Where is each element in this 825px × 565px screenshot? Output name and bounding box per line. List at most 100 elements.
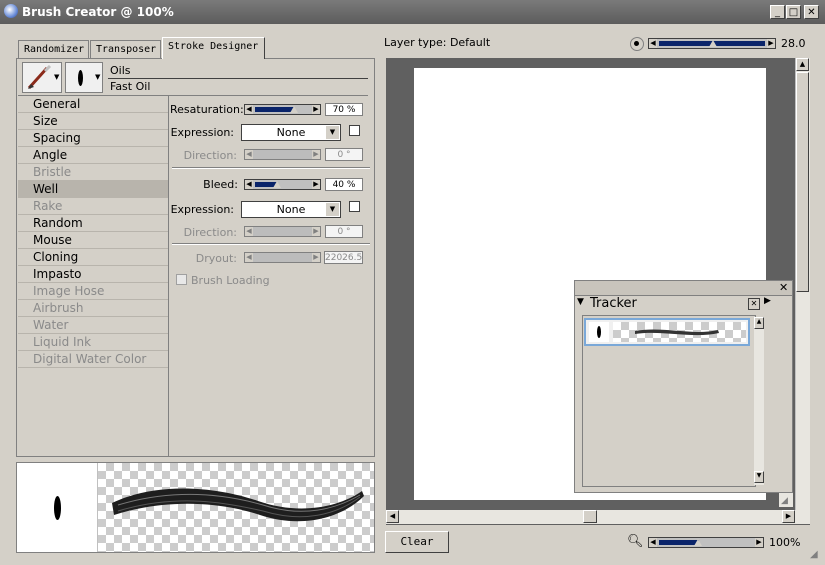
category-item[interactable]: Size xyxy=(18,113,168,130)
brush-stroke-sample xyxy=(112,488,364,522)
window-title: Brush Creator @ 100% xyxy=(22,5,174,19)
tab-randomizer[interactable]: Randomizer xyxy=(18,40,89,58)
stroke-thumbnail xyxy=(613,322,746,342)
tracker-title: Tracker xyxy=(590,296,637,311)
dab-thumbnail xyxy=(589,322,609,342)
palette-menu-arrow-icon[interactable]: ▶ xyxy=(764,296,771,306)
stroke-sample xyxy=(98,463,374,552)
tab-transposer[interactable]: Transposer xyxy=(90,40,161,58)
tracker-scrollbar[interactable]: ▲ ▼ xyxy=(754,317,764,485)
slider-fill xyxy=(659,540,699,545)
expression-label: Expression: xyxy=(170,126,234,139)
clear-button[interactable]: Clear xyxy=(385,531,449,553)
brush-loading-label: Brush Loading xyxy=(191,274,270,287)
close-icon[interactable]: ✕ xyxy=(779,281,788,294)
close-button[interactable]: ✕ xyxy=(804,5,819,19)
brush-size-icon xyxy=(630,37,644,51)
slider-thumb xyxy=(289,106,298,113)
scroll-right-button[interactable]: ▶ xyxy=(782,510,795,523)
chevron-down-icon: ▼ xyxy=(54,73,60,81)
category-item: Rake xyxy=(18,198,168,215)
direction-label: Direction: xyxy=(183,226,237,239)
brush-variant-name: Fast Oil xyxy=(110,80,151,93)
resaturation-label: Resaturation: xyxy=(170,103,244,116)
layer-type-label: Layer type: Default xyxy=(384,36,491,49)
category-item[interactable]: General xyxy=(18,96,168,113)
dab-preview xyxy=(17,463,98,552)
expression-value: None xyxy=(276,203,306,216)
dryout-slider: ◀ ▶ xyxy=(244,252,321,263)
category-item: Bristle xyxy=(18,164,168,181)
category-item: Liquid Ink xyxy=(18,334,168,351)
scroll-thumb[interactable] xyxy=(796,72,809,292)
dryout-value: 22026.5 xyxy=(324,251,363,264)
expression-label: Expression: xyxy=(170,203,234,216)
stroke-preview xyxy=(16,462,375,553)
brush-loading-checkbox xyxy=(176,274,187,285)
canvas-horizontal-scrollbar[interactable]: ◀ ▶ xyxy=(386,510,810,524)
slider-thumb[interactable] xyxy=(709,40,717,47)
title-bar[interactable]: Brush Creator @ 100% _ □ ✕ xyxy=(0,0,825,24)
chevron-down-icon: ▼ xyxy=(326,203,339,216)
chevron-down-icon: ▼ xyxy=(95,73,101,81)
window-resize-grip-icon[interactable]: ◢ xyxy=(810,549,818,560)
direction-slider: ◀ ▶ xyxy=(244,226,321,237)
scroll-up-button[interactable]: ▲ xyxy=(796,58,809,71)
category-item[interactable]: Angle xyxy=(18,147,168,164)
category-item: Water xyxy=(18,317,168,334)
category-item[interactable]: Impasto xyxy=(18,266,168,283)
zoom-slider[interactable]: ◀ ▶ xyxy=(648,537,764,548)
scroll-up-button[interactable]: ▲ xyxy=(754,317,764,329)
expression-invert-checkbox[interactable] xyxy=(349,125,360,136)
palette-options-icon[interactable]: ✕ xyxy=(748,298,760,310)
resaturation-slider[interactable]: ◀ ▶ xyxy=(244,104,321,115)
tracker-item[interactable] xyxy=(584,318,750,346)
bleed-slider[interactable]: ◀ ▶ xyxy=(244,179,321,190)
category-item[interactable]: Cloning xyxy=(18,249,168,266)
expression-select[interactable]: None ▼ xyxy=(241,201,341,218)
resize-grip-icon[interactable]: ◢ xyxy=(781,496,788,506)
direction-slider: ◀ ▶ xyxy=(244,149,321,160)
brush-category-name: Oils xyxy=(110,64,131,77)
scroll-left-button[interactable]: ◀ xyxy=(386,510,399,523)
minimize-button[interactable]: _ xyxy=(770,5,785,19)
category-item: Image Hose xyxy=(18,283,168,300)
category-item: Airbrush xyxy=(18,300,168,317)
dab-shape xyxy=(54,496,61,520)
expression-invert-checkbox[interactable] xyxy=(349,201,360,212)
resaturation-value[interactable]: 70 % xyxy=(325,103,363,116)
slider-thumb[interactable] xyxy=(694,539,702,546)
divider xyxy=(172,167,370,169)
maximize-button[interactable]: □ xyxy=(786,5,801,19)
palette-drag-bar[interactable] xyxy=(575,281,792,296)
direction-value: 0 ° xyxy=(325,225,363,238)
app-icon xyxy=(4,4,18,18)
category-item[interactable]: Mouse xyxy=(18,232,168,249)
expression-select[interactable]: None ▼ xyxy=(241,124,341,141)
collapse-triangle-icon[interactable]: ▼ xyxy=(577,297,584,307)
brush-stroke-sample xyxy=(635,329,719,336)
bleed-value[interactable]: 40 % xyxy=(325,178,363,191)
tab-stroke-designer[interactable]: Stroke Designer xyxy=(162,37,265,59)
slider-fill xyxy=(255,107,294,112)
divider xyxy=(172,243,370,245)
direction-label: Direction: xyxy=(183,149,237,162)
expression-value: None xyxy=(276,126,306,139)
category-list: General Size Spacing Angle Bristle Well … xyxy=(18,96,168,368)
direction-value: 0 ° xyxy=(325,148,363,161)
scroll-down-button[interactable]: ▼ xyxy=(754,471,764,483)
dab-profile-selector[interactable]: ▼ xyxy=(65,62,103,93)
scroll-thumb[interactable] xyxy=(583,510,597,523)
paintbrush-icon xyxy=(27,64,52,90)
tracker-palette[interactable]: ✕ ▼ Tracker ✕ ▶ ▲ ▼ xyxy=(574,280,793,493)
divider xyxy=(108,78,368,79)
slider-thumb xyxy=(273,181,281,188)
canvas-vertical-scrollbar[interactable]: ▲ xyxy=(795,58,810,510)
category-item[interactable]: Spacing xyxy=(18,130,168,147)
category-item[interactable]: Random xyxy=(18,215,168,232)
zoom-value: 100% xyxy=(769,536,801,549)
category-item-selected[interactable]: Well xyxy=(18,181,168,198)
brush-category-selector[interactable]: ▼ xyxy=(22,62,62,93)
brush-size-slider[interactable]: ◀ ▶ xyxy=(648,38,776,49)
bleed-label: Bleed: xyxy=(203,178,238,191)
